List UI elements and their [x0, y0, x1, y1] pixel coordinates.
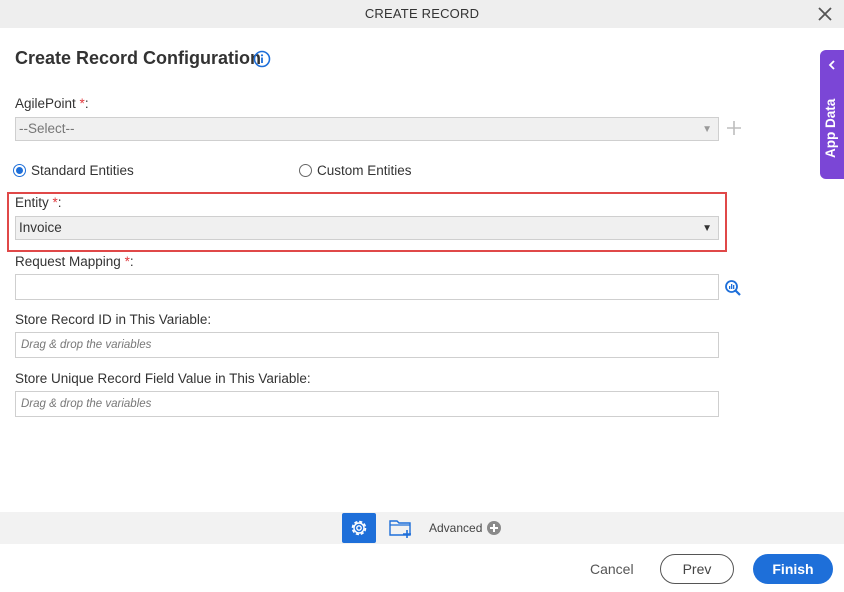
add-icon[interactable] — [726, 120, 742, 136]
settings-tab-button[interactable] — [342, 513, 376, 543]
label-colon: : — [84, 96, 89, 111]
entity-select-value: Invoice — [19, 220, 62, 235]
request-mapping-input[interactable] — [15, 274, 719, 300]
advanced-button[interactable]: Advanced — [429, 521, 502, 535]
entity-select[interactable]: Invoice ▼ — [15, 216, 719, 240]
bottom-toolbar: Advanced — [0, 512, 844, 544]
request-mapping-label: Request Mapping *: — [15, 254, 134, 269]
custom-entities-radio[interactable]: Custom Entities — [299, 163, 412, 178]
finish-button[interactable]: Finish — [753, 554, 833, 584]
app-data-panel-tab[interactable]: App Data — [820, 50, 844, 179]
chevron-left-icon — [828, 60, 835, 70]
standard-entities-radio[interactable]: Standard Entities — [13, 163, 134, 178]
entity-label-text: Entity — [15, 195, 53, 210]
custom-entities-label: Custom Entities — [317, 163, 412, 178]
radio-selected-icon — [13, 164, 26, 177]
mapping-search-icon[interactable] — [724, 279, 742, 297]
dropdown-arrow-icon: ▼ — [702, 124, 712, 135]
dropdown-arrow-icon: ▼ — [702, 223, 712, 234]
label-colon: : — [57, 195, 62, 210]
dialog-title: CREATE RECORD — [364, 6, 480, 21]
gear-icon — [351, 520, 367, 536]
agilepoint-select[interactable]: --Select-- ▼ — [15, 117, 719, 141]
label-colon: : — [129, 254, 134, 269]
plus-circle-icon — [487, 521, 502, 535]
agilepoint-select-value: --Select-- — [19, 121, 75, 136]
close-icon[interactable] — [816, 5, 834, 23]
dialog-titlebar: CREATE RECORD — [0, 0, 844, 28]
advanced-label: Advanced — [429, 521, 483, 535]
app-data-label: App Data — [823, 98, 838, 158]
page-title: Create Record Configuration — [15, 48, 262, 68]
request-mapping-label-text: Request Mapping — [15, 254, 125, 269]
store-record-id-input[interactable]: Drag & drop the variables — [15, 332, 719, 358]
standard-entities-label: Standard Entities — [31, 163, 134, 178]
entity-label: Entity *: — [15, 195, 62, 210]
folder-add-icon[interactable] — [388, 516, 414, 540]
store-unique-label: Store Unique Record Field Value in This … — [15, 371, 311, 386]
agilepoint-label-text: AgilePoint — [15, 96, 80, 111]
radio-unselected-icon — [299, 164, 312, 177]
store-unique-input[interactable]: Drag & drop the variables — [15, 391, 719, 417]
prev-button[interactable]: Prev — [660, 554, 734, 584]
store-record-id-label: Store Record ID in This Variable: — [15, 312, 212, 327]
agilepoint-label: AgilePoint *: — [15, 96, 89, 111]
cancel-button[interactable]: Cancel — [590, 561, 634, 577]
info-icon[interactable] — [253, 50, 271, 68]
